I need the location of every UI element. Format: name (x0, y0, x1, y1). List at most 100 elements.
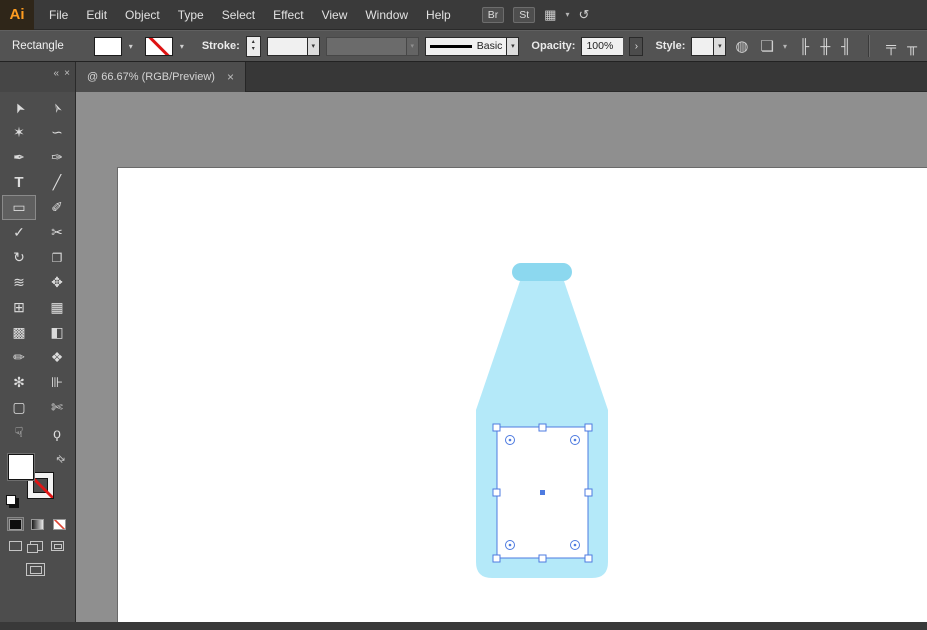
align-left-icon[interactable]: ╟ (799, 38, 809, 54)
opacity-value[interactable]: 100% (581, 37, 623, 56)
selection-handle[interactable] (493, 489, 500, 496)
selection-handle[interactable] (493, 424, 500, 431)
style-chevron-icon[interactable]: ▾ (713, 37, 726, 56)
selection-handle[interactable] (539, 555, 546, 562)
selection-handle[interactable] (585, 555, 592, 562)
tool-curvature[interactable]: ✑ (40, 145, 74, 170)
menu-object[interactable]: Object (116, 0, 169, 30)
menu-view[interactable]: View (313, 0, 357, 30)
draw-behind-icon[interactable] (30, 541, 43, 551)
tool-paintbrush[interactable]: ✐ (40, 195, 74, 220)
document-setup-chevron-icon[interactable]: ▾ (783, 42, 787, 51)
panel-close-icon[interactable]: × (64, 68, 70, 79)
tool-symbol-sprayer[interactable]: ✻ (2, 370, 36, 395)
menu-select[interactable]: Select (213, 0, 264, 30)
tool-magic-wand[interactable]: ✶ (2, 120, 36, 145)
tool-scale[interactable]: ❐ (40, 245, 74, 270)
style-dropdown[interactable]: ▾ (691, 37, 726, 56)
tool-shaper[interactable]: ✓ (2, 220, 36, 245)
stepper-up-icon[interactable]: ▴ (252, 39, 255, 46)
panel-collapse-icon[interactable]: « (53, 68, 59, 79)
fill-color-swatch[interactable] (94, 37, 122, 56)
tool-column-graph[interactable]: ⊪ (40, 370, 74, 395)
menu-help[interactable]: Help (417, 0, 460, 30)
menu-type[interactable]: Type (169, 0, 213, 30)
center-anchor[interactable] (540, 490, 545, 495)
brush-definition-box[interactable]: Basic (425, 37, 507, 56)
tool-lasso[interactable]: ∽ (40, 120, 74, 145)
globe-icon[interactable]: ◍ (735, 37, 748, 55)
tool-blend[interactable]: ❖ (40, 345, 74, 370)
stroke-color-swatch[interactable] (145, 37, 173, 56)
tab-close-icon[interactable]: × (227, 70, 234, 84)
tool-scissors[interactable]: ✂ (40, 220, 74, 245)
distribute-icon[interactable]: ╥ (907, 38, 917, 54)
workspace-switcher-icon[interactable]: ▦ (544, 7, 556, 23)
tool-line-segment[interactable]: ╱ (40, 170, 74, 195)
opacity-dropdown[interactable]: 100% (581, 37, 623, 56)
tool-perspective-grid[interactable]: ▦ (40, 295, 74, 320)
tool-width[interactable]: ≋ (2, 270, 36, 295)
selection-handle[interactable] (585, 424, 592, 431)
sync-icon[interactable]: ↺ (578, 7, 589, 23)
opacity-expand-icon[interactable]: › (629, 37, 643, 56)
document-tab[interactable]: @ 66.67% (RGB/Preview) × (76, 62, 246, 92)
bridge-button[interactable]: Br (482, 7, 505, 23)
tool-shape-builder[interactable]: ⊞ (2, 295, 36, 320)
pen-icon: ✒ (13, 149, 25, 166)
fill-indicator[interactable] (8, 454, 34, 480)
color-button[interactable] (7, 517, 24, 531)
align-right-icon[interactable]: ╢ (841, 38, 851, 54)
default-fill-stroke-icon[interactable] (6, 495, 16, 505)
corner-widget-dot (509, 544, 512, 547)
tool-zoom[interactable]: ϙ (40, 420, 74, 445)
draw-normal-icon[interactable] (9, 541, 22, 551)
tool-gradient[interactable]: ◧ (40, 320, 74, 345)
style-swatch[interactable] (691, 37, 713, 56)
stroke-weight-value[interactable] (267, 37, 307, 56)
canvas-area[interactable] (76, 92, 927, 622)
screen-mode-icon[interactable] (26, 563, 45, 576)
style-label: Style: (655, 40, 685, 52)
tool-rotate[interactable]: ↻ (2, 245, 36, 270)
tool-direct-selection[interactable]: ➢ (40, 95, 74, 120)
artboard-icon: ▢ (12, 399, 25, 416)
width-tool-icon: ≋ (13, 274, 25, 291)
align-center-icon[interactable]: ╫ (820, 38, 830, 54)
stroke-weight-stepper[interactable]: ▴ ▾ (246, 36, 261, 57)
document-setup-icon[interactable]: ❏ (761, 37, 774, 55)
selection-handle[interactable] (585, 489, 592, 496)
align-top-icon[interactable]: ╤ (886, 38, 896, 54)
menu-window[interactable]: Window (356, 0, 417, 30)
fill-chevron-icon[interactable]: ▾ (129, 42, 133, 51)
workspace-chevron-icon[interactable]: ▾ (565, 10, 569, 19)
tool-selection[interactable]: ➤ (2, 95, 36, 120)
tool-eyedropper[interactable]: ✏ (2, 345, 36, 370)
selection-handle[interactable] (493, 555, 500, 562)
bottle-cap-shape[interactable] (512, 263, 572, 281)
brush-chevron-icon[interactable]: ▾ (506, 37, 519, 56)
tool-type[interactable]: T (2, 170, 36, 195)
tool-artboard[interactable]: ▢ (2, 395, 36, 420)
tool-slice[interactable]: ✄ (40, 395, 74, 420)
tool-hand[interactable]: ☟ (2, 420, 36, 445)
tool-mesh[interactable]: ▩ (2, 320, 36, 345)
stroke-weight-dropdown[interactable]: ▾ (267, 37, 320, 56)
tool-free-transform[interactable]: ✥ (40, 270, 74, 295)
stepper-down-icon[interactable]: ▾ (252, 46, 255, 53)
draw-inside-icon[interactable] (51, 541, 64, 551)
stroke-chevron-icon[interactable]: ▾ (180, 42, 184, 51)
menu-edit[interactable]: Edit (77, 0, 116, 30)
stock-button[interactable]: St (513, 7, 535, 23)
menu-effect[interactable]: Effect (264, 0, 312, 30)
gradient-button[interactable] (29, 517, 46, 531)
tool-pen[interactable]: ✒ (2, 145, 36, 170)
tool-rectangle[interactable]: ▭ (2, 195, 36, 220)
slice-icon: ✄ (51, 399, 63, 416)
swap-fill-stroke-icon[interactable]: ⇄ (53, 453, 67, 467)
menu-file[interactable]: File (40, 0, 77, 30)
brush-definition-dropdown[interactable]: Basic ▾ (425, 37, 520, 56)
none-button[interactable] (51, 517, 68, 531)
stroke-weight-chevron-icon[interactable]: ▾ (307, 37, 320, 56)
selection-handle[interactable] (539, 424, 546, 431)
